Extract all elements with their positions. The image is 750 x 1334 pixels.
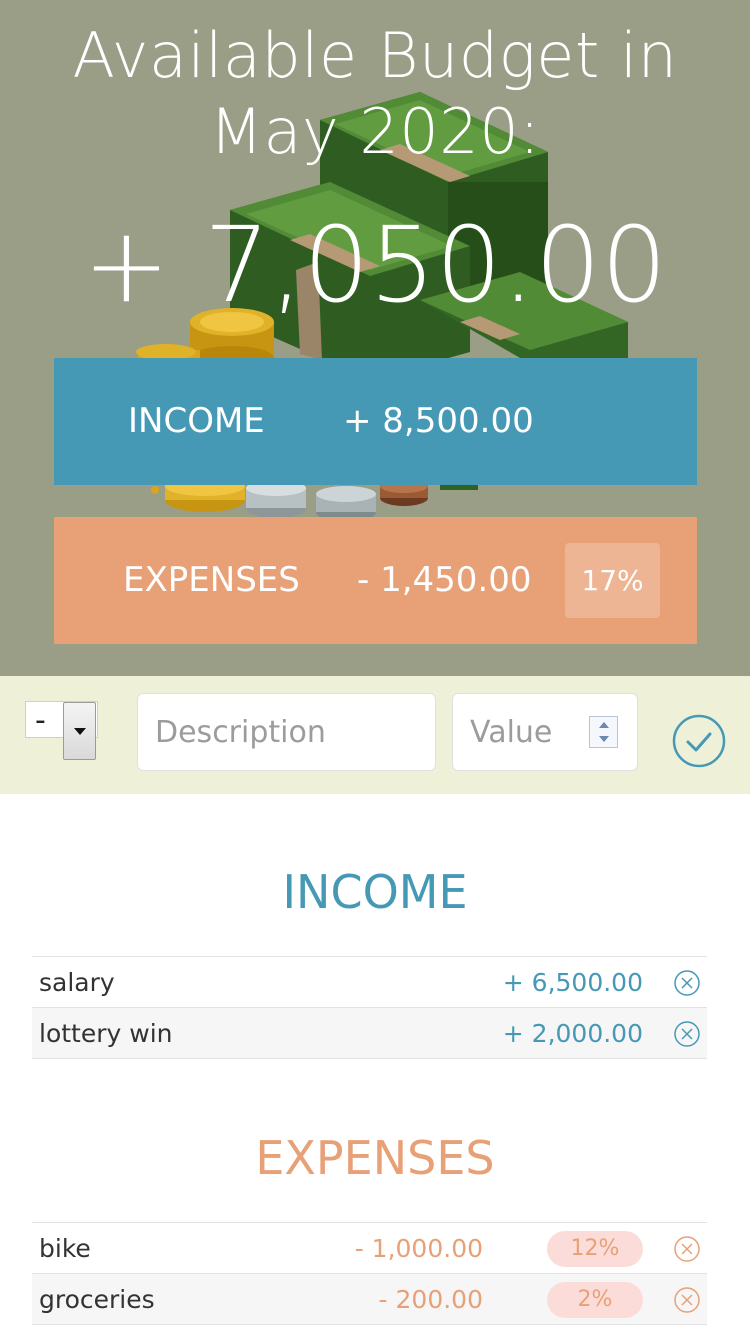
income-summary-value: + 8,500.00	[343, 401, 534, 441]
list-item: lottery win + 2,000.00	[32, 1008, 707, 1059]
item-description: lottery win	[39, 1019, 173, 1048]
delete-circle-icon[interactable]	[673, 1020, 701, 1048]
item-value: + 6,500.00	[502, 968, 643, 997]
item-value: - 1,000.00	[354, 1234, 483, 1263]
expenses-list-title: EXPENSES	[255, 1131, 495, 1185]
item-description: groceries	[39, 1285, 155, 1314]
income-summary: INCOME + 8,500.00	[54, 358, 697, 485]
dropdown-arrow-icon[interactable]	[63, 702, 96, 760]
list-item: salary + 6,500.00	[32, 957, 707, 1008]
income-list-title: INCOME	[282, 865, 468, 919]
value-spinner-icon[interactable]	[589, 716, 618, 748]
delete-circle-icon[interactable]	[673, 1235, 701, 1263]
item-description: bike	[39, 1234, 91, 1263]
budget-sign: +	[82, 204, 170, 326]
type-select-value: -	[35, 703, 46, 738]
available-budget-value: +7,050.00	[0, 205, 750, 325]
item-description: salary	[39, 968, 115, 997]
expenses-summary: EXPENSES - 1,450.00 17%	[54, 517, 697, 644]
check-circle-icon[interactable]	[672, 714, 726, 768]
delete-circle-icon[interactable]	[673, 1286, 701, 1314]
description-input[interactable]	[137, 693, 436, 771]
list-item: bike - 1,000.00 12%	[32, 1223, 707, 1274]
expenses-list: bike - 1,000.00 12% groceries - 200.00 2…	[32, 1222, 707, 1325]
type-select[interactable]: -	[25, 701, 98, 760]
expenses-summary-value: - 1,450.00	[357, 560, 532, 600]
add-item-bar: -	[0, 676, 750, 794]
list-item: groceries - 200.00 2%	[32, 1274, 707, 1325]
budget-hero: Available Budget in May 2020: +7,050.00 …	[0, 0, 750, 676]
item-percentage-badge: 2%	[547, 1282, 643, 1318]
delete-circle-icon[interactable]	[673, 969, 701, 997]
budget-title: Available Budget in May 2020:	[72, 19, 678, 168]
budget-amount: 7,050.00	[204, 204, 668, 326]
income-summary-label: INCOME	[128, 401, 265, 441]
item-value: + 2,000.00	[502, 1019, 643, 1048]
income-list: salary + 6,500.00 lottery win + 2,000.00	[32, 956, 707, 1059]
expenses-summary-label: EXPENSES	[123, 560, 300, 600]
item-percentage-badge: 12%	[547, 1231, 643, 1267]
expenses-percentage-badge: 17%	[565, 543, 660, 618]
item-value: - 200.00	[378, 1285, 483, 1314]
